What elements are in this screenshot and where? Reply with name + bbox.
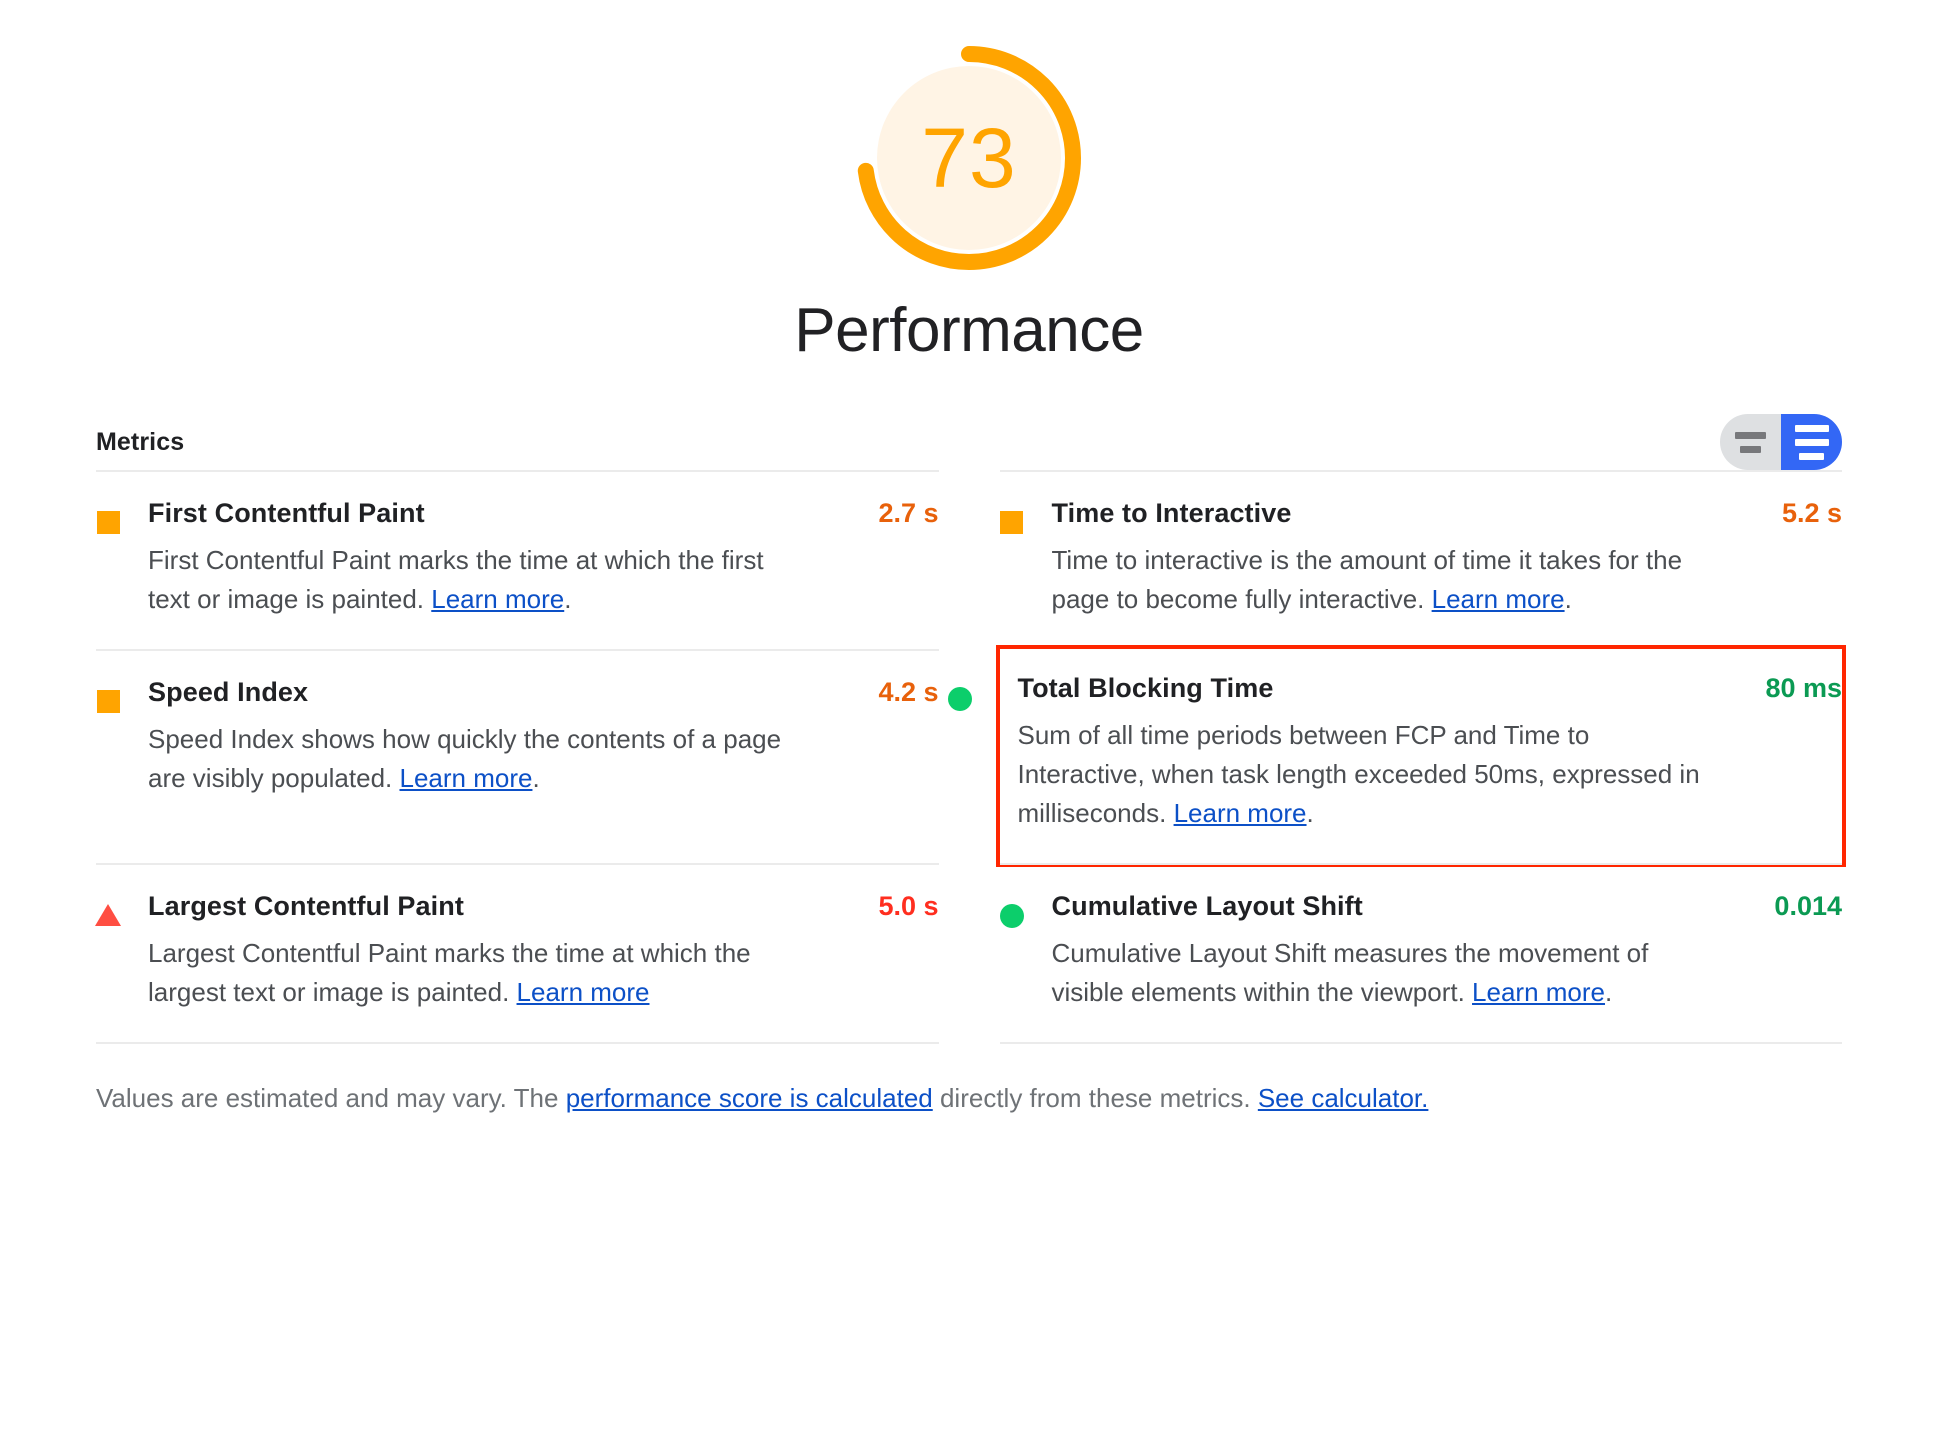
metric-name: Speed Index: [148, 677, 309, 707]
metric-row: Time to Interactive 5.2 s Time to interact…: [999, 470, 1843, 649]
circle-icon: [947, 687, 972, 711]
metric-rating-icon: [947, 687, 972, 711]
metric-rating-icon: [96, 511, 120, 534]
metric-description-text: Largest Contentful Paint marks the time …: [148, 938, 751, 1007]
metric-description-suffix: .: [532, 763, 540, 793]
metric-body: Total Blocking Time 80 ms Sum of all time …: [1018, 673, 1843, 833]
footer-divider-left: [96, 1042, 939, 1044]
performance-score-gauge: 73: [853, 42, 1085, 274]
metric-title-row: Time to Interactive 5.2 s: [1052, 498, 1843, 529]
triangle-icon: [95, 904, 121, 926]
gauge-score-value: 73: [921, 111, 1017, 205]
circle-icon: [999, 904, 1024, 928]
metric-body: Largest Contentful Paint 5.0 s Largest Con…: [148, 891, 939, 1012]
metric-description: First Contentful Paint marks the time at…: [148, 541, 808, 619]
metric-body: Time to Interactive 5.2 s Time to interact…: [1052, 498, 1843, 619]
metric-value: 4.2 s: [878, 677, 939, 707]
metric-value: 80 ms: [1765, 673, 1842, 703]
metric-description: Largest Contentful Paint marks the time …: [148, 934, 808, 1012]
metric-row: Largest Contentful Paint 5.0 s Largest Con…: [95, 863, 939, 1042]
metric-row: Speed Index 4.2 s Speed Index shows how qu…: [96, 649, 939, 863]
metric-description-suffix: .: [1306, 798, 1314, 828]
square-icon: [96, 690, 120, 713]
metric-description-toggle[interactable]: [1720, 414, 1842, 470]
metric-value: 0.014: [1774, 891, 1842, 921]
metric-description-suffix: .: [1564, 584, 1572, 614]
score-gauge-section: 73 Performance: [96, 0, 1842, 362]
metric-name: Cumulative Layout Shift: [1051, 891, 1363, 921]
metrics-grid: First Contentful Paint 2.7 s First Content…: [95, 470, 1846, 1042]
metric-value: 5.0 s: [878, 891, 939, 921]
metric-title-row: Speed Index 4.2 s: [148, 677, 939, 708]
page-title: Performance: [794, 296, 1144, 365]
metric-description: Time to interactive is the amount of tim…: [1052, 541, 1712, 619]
metric-description: Speed Index shows how quickly the conten…: [148, 720, 808, 798]
metric-body: Cumulative Layout Shift 0.014 Cumulative L…: [1052, 891, 1843, 1012]
short-lines-icon-line-1: [1735, 431, 1766, 439]
metric-row: Total Blocking Time 80 ms Sum of all time …: [947, 645, 1846, 867]
learn-more-link[interactable]: Learn more: [517, 977, 650, 1007]
footer-divider: [96, 1042, 1842, 1044]
see-calculator-link[interactable]: See calculator.: [1258, 1083, 1429, 1113]
footer-note: Values are estimated and may vary. The p…: [96, 1080, 1842, 1116]
metric-name: Largest Contentful Paint: [148, 891, 464, 921]
long-lines-icon-line-3: [1799, 452, 1824, 460]
metric-description: Cumulative Layout Shift measures the mov…: [1052, 934, 1712, 1012]
square-icon: [96, 511, 120, 534]
long-lines-icon-line-2: [1794, 438, 1829, 446]
metric-body: First Contentful Paint 2.7 s First Content…: [148, 498, 939, 619]
metric-name: Total Blocking Time: [1017, 673, 1274, 703]
metric-name: Time to Interactive: [1051, 498, 1292, 528]
metric-rating-icon: [1000, 511, 1024, 534]
metric-description-text: Time to interactive is the amount of tim…: [1051, 545, 1683, 614]
footer-text-1: Values are estimated and may vary. The: [96, 1083, 566, 1113]
metric-description-suffix: .: [564, 584, 572, 614]
metric-description: Sum of all time periods between FCP and …: [1018, 716, 1718, 833]
performance-score-calculated-link[interactable]: performance score is calculated: [566, 1083, 933, 1113]
square-icon: [1000, 511, 1023, 534]
learn-more-link[interactable]: Learn more: [1432, 584, 1565, 614]
metric-title-row: First Contentful Paint 2.7 s: [148, 498, 939, 529]
metrics-heading: Metrics: [96, 427, 185, 456]
metric-row: First Contentful Paint 2.7 s First Content…: [96, 470, 939, 649]
lighthouse-performance-report: 73 Performance Metrics First Contentful …: [0, 0, 1938, 1434]
long-lines-icon-line-1: [1794, 424, 1829, 432]
metric-title-row: Total Blocking Time 80 ms: [1018, 673, 1843, 704]
metric-body: Speed Index 4.2 s Speed Index shows how qu…: [148, 677, 939, 798]
learn-more-link[interactable]: Learn more: [431, 584, 564, 614]
metric-rating-icon: [96, 690, 120, 713]
short-lines-icon-line-2: [1740, 445, 1761, 453]
metrics-header: Metrics: [96, 414, 1842, 470]
footer-text-2: directly from these metrics.: [932, 1083, 1258, 1113]
metric-description-text: Sum of all time periods between FCP and …: [1017, 720, 1700, 828]
metric-title-row: Largest Contentful Paint 5.0 s: [148, 891, 939, 922]
toggle-expanded-view-button[interactable]: [1781, 414, 1842, 470]
metric-description-suffix: .: [1605, 977, 1613, 1007]
learn-more-link[interactable]: Learn more: [399, 763, 532, 793]
metric-value: 5.2 s: [1781, 498, 1842, 528]
toggle-simple-view-button[interactable]: [1720, 414, 1781, 470]
metric-name: First Contentful Paint: [148, 498, 425, 528]
metric-title-row: Cumulative Layout Shift 0.014: [1052, 891, 1843, 922]
learn-more-link[interactable]: Learn more: [1174, 798, 1307, 828]
footer-divider-right: [999, 1042, 1842, 1044]
metric-rating-icon: [999, 904, 1024, 928]
metric-rating-icon: [95, 904, 121, 926]
metric-row: Cumulative Layout Shift 0.014 Cumulative L…: [999, 863, 1843, 1042]
metric-value: 2.7 s: [878, 498, 939, 528]
learn-more-link[interactable]: Learn more: [1472, 977, 1605, 1007]
